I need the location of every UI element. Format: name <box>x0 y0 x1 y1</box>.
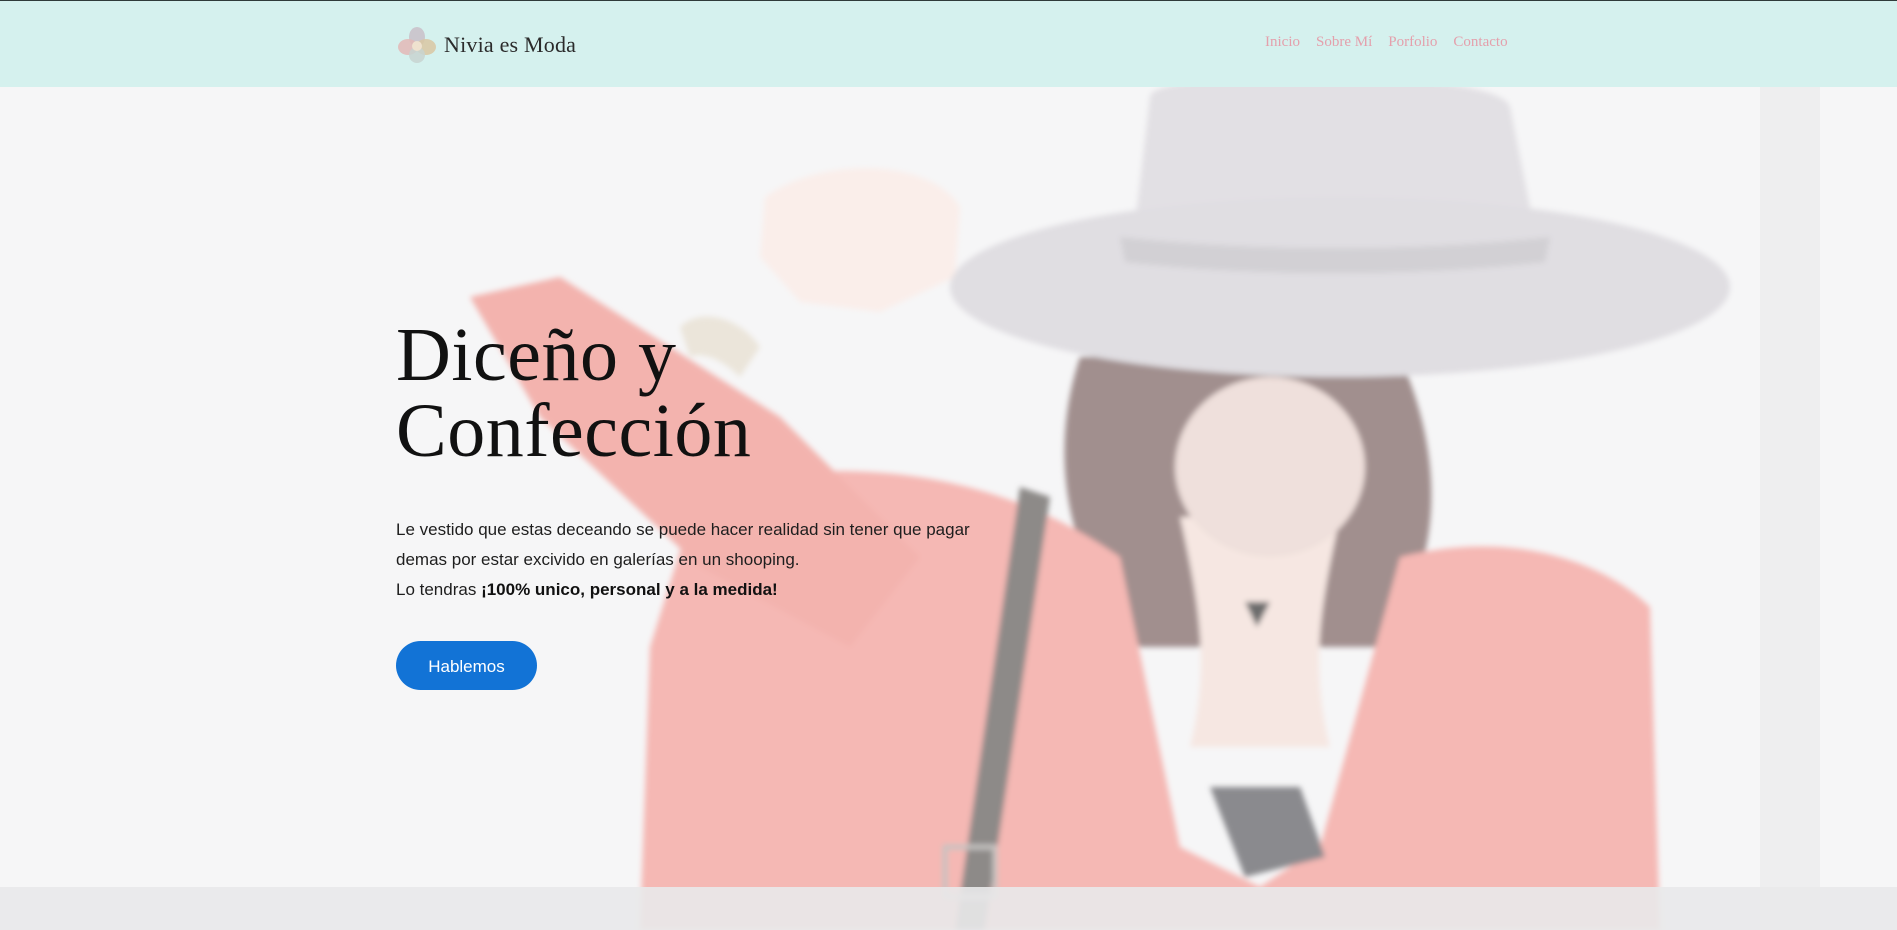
hero-content: Diceño y Confección Le vestido que estas… <box>396 317 1016 690</box>
hero-description-highlight: ¡100% unico, personal y a la medida! <box>481 580 778 599</box>
site-header: Nivia es Moda Inicio Sobre Mí Porfolio C… <box>0 0 1897 87</box>
main-nav: Inicio Sobre Mí Porfolio Contacto <box>1265 34 1508 51</box>
nav-inicio[interactable]: Inicio <box>1265 34 1300 51</box>
nav-sobre-mi[interactable]: Sobre Mí <box>1316 34 1372 51</box>
hero-description-prefix: Lo tendras <box>396 580 482 599</box>
nav-porfolio[interactable]: Porfolio <box>1388 34 1437 51</box>
hero-description: Le vestido que estas deceando se puede h… <box>396 515 996 605</box>
hero-section: Diceño y Confección Le vestido que estas… <box>0 87 1897 930</box>
logo-flower-icon <box>398 27 436 63</box>
nav-contacto[interactable]: Contacto <box>1453 34 1507 51</box>
hero-title: Diceño y Confección <box>396 313 752 473</box>
hablemos-button[interactable]: Hablemos <box>396 641 537 690</box>
brand-name: Nivia es Moda <box>444 32 577 57</box>
brand[interactable]: Nivia es Moda <box>396 25 576 65</box>
hero-description-line: Le vestido que estas deceando se puede h… <box>396 520 970 569</box>
